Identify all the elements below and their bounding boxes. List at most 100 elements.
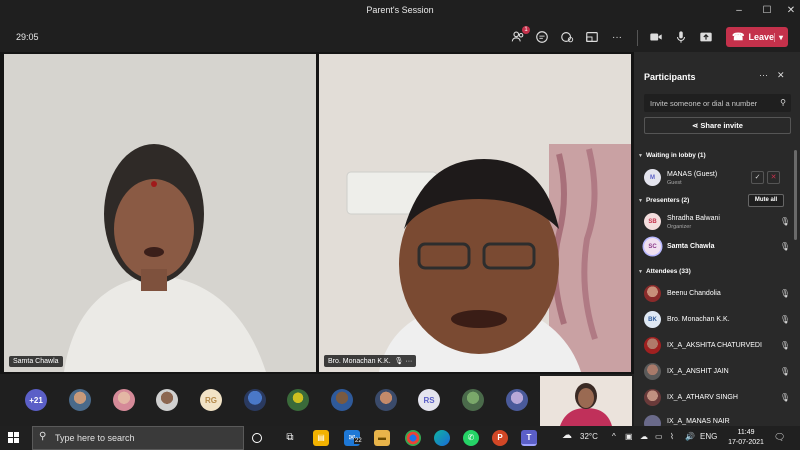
video-tile-samta[interactable]: Samta Chawla <box>4 54 316 372</box>
store-icon[interactable]: ▤ <box>313 430 329 446</box>
participant-avatar <box>644 363 661 380</box>
invite-input[interactable]: Invite someone or dial a number ⚲ <box>644 94 791 112</box>
window-titlebar: Parent's Session – ☐ ✕ <box>0 0 800 22</box>
participant-avatar[interactable] <box>156 389 178 411</box>
participants-panel: Participants ··· ✕ Invite someone or dia… <box>634 52 800 426</box>
participant-avatar[interactable] <box>287 389 309 411</box>
participant-name: IX_A_ANSHIT JAIN <box>667 368 729 375</box>
presenter-row[interactable]: SC Samta Chawla 🎙 <box>644 235 792 259</box>
close-panel-icon[interactable]: ✕ <box>777 70 785 81</box>
attendee-row[interactable]: Beenu Chandolia 🎙 <box>644 282 792 306</box>
rooms-button[interactable] <box>583 28 601 46</box>
presenters-section-header[interactable]: ▼ Presenters (2) <box>638 197 689 204</box>
participant-avatar <box>644 285 661 302</box>
more-actions-button[interactable]: ··· <box>608 28 626 46</box>
attendee-row[interactable]: IX_A_ANSHIT JAIN 🎙 <box>644 360 792 384</box>
participant-avatar[interactable] <box>244 389 266 411</box>
share-tray-icon <box>700 32 712 42</box>
share-invite-label: Share invite <box>700 121 743 130</box>
taskbar-clock[interactable]: 11:49 17-07-2021 <box>726 428 766 448</box>
attendee-row[interactable]: IX_A_AKSHITA CHATURVEDI 🎙 <box>644 334 792 358</box>
participant-name: IX_A_ATHARV SINGH <box>667 394 738 401</box>
weather-icon[interactable]: ☁ <box>562 430 572 441</box>
teams-icon[interactable]: T <box>521 430 537 446</box>
participant-avatar: M <box>644 169 661 186</box>
minimize-button[interactable]: – <box>728 3 750 19</box>
participants-button[interactable]: 1 <box>509 26 530 46</box>
participant-avatar[interactable] <box>331 389 353 411</box>
share-screen-button[interactable] <box>697 28 715 46</box>
attendee-row[interactable]: IX_A_MANAS NAIR <box>644 412 792 426</box>
admit-button[interactable]: ✓ <box>751 171 764 184</box>
participant-avatar[interactable] <box>69 389 91 411</box>
close-window-button[interactable]: ✕ <box>780 3 800 19</box>
maximize-button[interactable]: ☐ <box>756 3 778 19</box>
file-explorer-icon[interactable]: ▬ <box>374 430 390 446</box>
reactions-button[interactable] <box>558 28 576 46</box>
deny-button[interactable]: ✕ <box>767 171 780 184</box>
cloud-icon[interactable]: ☁ <box>640 432 648 441</box>
attendees-section-header[interactable]: ▼ Attendees (33) <box>638 268 691 275</box>
participant-avatar[interactable] <box>506 389 528 411</box>
task-view-icon[interactable]: ⧉ <box>282 430 298 446</box>
panel-title: Participants <box>644 72 696 82</box>
participant-avatar: SB <box>644 213 661 230</box>
overflow-participants-button[interactable]: +21 <box>25 389 47 411</box>
participant-avatar: BK <box>644 311 661 328</box>
mic-off-icon: 🎙 <box>779 315 790 324</box>
leave-button[interactable]: ☎ Leave ▾ <box>726 27 788 47</box>
windows-start-icon[interactable] <box>8 432 20 444</box>
panel-more-button[interactable]: ··· <box>759 70 768 80</box>
weather-temperature[interactable]: 32°C <box>580 432 598 441</box>
participant-avatar[interactable] <box>462 389 484 411</box>
participant-name-tag: Bro. Monachan K.K. 🎙 ··· <box>324 355 417 367</box>
self-view-video[interactable] <box>540 376 632 426</box>
mute-all-button[interactable]: Mute all <box>748 194 784 207</box>
attendee-row[interactable]: BK Bro. Monachan K.K. 🎙 <box>644 308 792 332</box>
participant-name: Shradha Balwani <box>667 215 720 222</box>
lobby-participant-row[interactable]: M MANAS (Guest) Guest ✓ ✕ <box>644 166 792 190</box>
chat-button[interactable] <box>533 28 551 46</box>
presenter-row[interactable]: SB Shradha Balwani Organizer 🎙 <box>644 210 792 234</box>
attendee-row[interactable]: IX_A_ATHARV SINGH 🎙 <box>644 386 792 410</box>
chevron-down-icon: ▼ <box>638 198 643 204</box>
teams-tray-icon[interactable]: ▣ <box>625 432 633 441</box>
clock-date: 17-07-2021 <box>728 439 764 446</box>
chrome-icon[interactable] <box>405 430 421 446</box>
battery-icon[interactable]: ▭ <box>655 432 663 441</box>
cortana-icon[interactable] <box>252 433 262 443</box>
chevron-down-icon[interactable]: ▾ <box>774 32 783 42</box>
participant-avatar[interactable] <box>113 389 135 411</box>
microphone-button[interactable] <box>672 28 690 46</box>
participant-avatar <box>644 337 661 354</box>
input-language[interactable]: ENG <box>700 432 717 441</box>
panel-scrollbar[interactable] <box>794 150 797 240</box>
whatsapp-icon[interactable]: ✆ <box>463 430 479 446</box>
powerpoint-icon[interactable]: P <box>492 430 508 446</box>
camera-button[interactable] <box>647 28 665 46</box>
share-invite-button[interactable]: ⋖ Share invite <box>644 117 791 134</box>
volume-icon[interactable]: 🔊 <box>685 432 695 441</box>
participant-avatar-rs[interactable]: RS <box>418 389 440 411</box>
participants-badge: 1 <box>522 26 530 34</box>
participant-name: Bro. Monachan K.K. <box>667 316 730 323</box>
windows-taskbar: ⚲ Type here to search ⧉ ▤ ✉ 22 ▬ ✆ P T ☁… <box>0 426 800 450</box>
participant-name: IX_A_MANAS NAIR <box>667 418 730 425</box>
lobby-section-header[interactable]: ▼ Waiting in lobby (1) <box>638 152 706 159</box>
chevron-up-icon[interactable]: ^ <box>612 432 616 441</box>
network-icon[interactable]: ⌇ <box>670 432 674 441</box>
participant-avatar-rg[interactable]: RG <box>200 389 222 411</box>
lobby-section-label: Waiting in lobby (1) <box>645 152 706 159</box>
reaction-icon <box>561 32 574 43</box>
participant-avatar <box>644 415 661 426</box>
mic-off-icon: 🎙 <box>779 393 790 402</box>
taskbar-search-box[interactable]: ⚲ Type here to search <box>32 426 244 450</box>
mail-badge: 22 <box>354 438 363 444</box>
participant-avatar[interactable] <box>375 389 397 411</box>
edge-icon[interactable] <box>434 430 450 446</box>
microphone-icon: 🎙 <box>779 217 790 226</box>
toolbar-divider <box>637 30 638 46</box>
chevron-down-icon: ▼ <box>638 269 643 275</box>
video-tile-monachan[interactable]: Bro. Monachan K.K. 🎙 ··· <box>319 54 631 372</box>
notifications-icon[interactable]: 🗨 <box>774 432 785 443</box>
